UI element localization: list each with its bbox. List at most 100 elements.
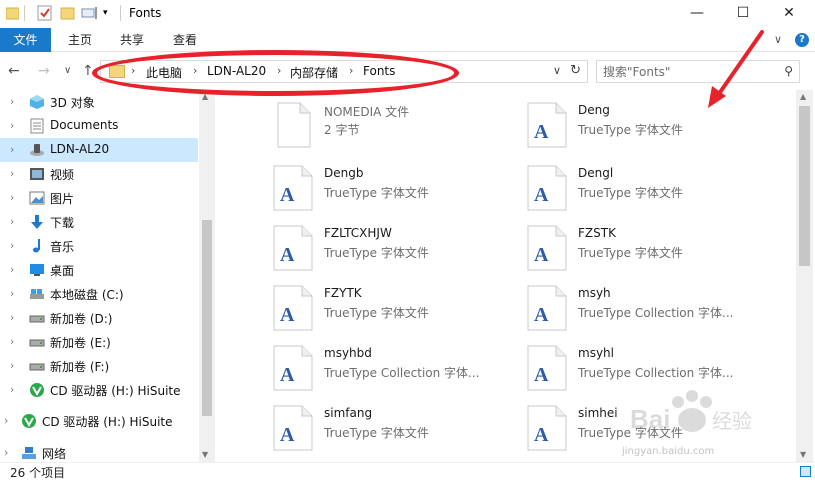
sidebar-item-label: 桌面 [50,264,75,278]
file-tile[interactable]: Amsyhbd TrueType Collection 字体... [270,345,520,401]
sidebar-item[interactable]: › LDN-AL20 [0,138,198,162]
file-name: Deng [578,103,610,117]
chevron-right-icon[interactable]: › [10,215,14,228]
sidebar-item[interactable]: › 图片 [0,186,198,210]
scroll-down-icon[interactable]: ▼ [800,450,806,459]
file-tile[interactable]: A Deng TrueType 字体文件 [524,102,774,158]
recent-locations-button[interactable]: ∨ [64,65,71,76]
tab-file[interactable]: 文件 [0,28,51,52]
new-folder-icon[interactable] [60,5,75,21]
cube-3d-icon [29,94,45,110]
close-button[interactable]: ✕ [766,0,812,26]
file-name: msyh [578,286,611,300]
font-file-icon: A [524,345,568,391]
sidebar-item-label: 视频 [50,168,75,182]
minimize-button[interactable]: — [674,0,720,26]
chevron-right-icon[interactable]: › [10,263,14,276]
tab-share[interactable]: 共享 [110,28,154,52]
chevron-right-icon[interactable]: › [10,311,14,324]
svg-text:A: A [280,184,295,206]
sidebar-item[interactable]: › 桌面 [0,258,198,282]
file-tile[interactable]: A FZLTCXHJW TrueType 字体文件 [270,225,520,281]
tab-home[interactable]: 主页 [58,28,102,52]
chevron-right-icon[interactable]: › [10,119,14,132]
sidebar-item[interactable]: › 新加卷 (D:) [0,306,198,330]
forward-button[interactable]: → [38,63,50,79]
sidebar-item-label: 音乐 [50,240,75,254]
divider [24,5,25,21]
scroll-down-icon[interactable]: ▼ [202,450,208,459]
divider [120,5,121,21]
large-icons-view-icon[interactable] [800,466,811,477]
chevron-right-icon[interactable]: › [10,143,14,156]
chevron-right-icon[interactable]: › [10,335,14,348]
sidebar-item[interactable]: › 新加卷 (F:) [0,354,198,378]
sidebar-item[interactable]: › Documents [0,114,198,138]
sidebar-item[interactable]: › CD 驱动器 (H:) HiSuite [0,409,198,433]
sidebar-item[interactable]: › 新加卷 (E:) [0,330,198,354]
blank-file-icon [270,102,314,148]
font-file-icon: A [270,345,314,391]
file-type: TrueType Collection 字体... [324,366,480,380]
file-list-scrollbar[interactable]: ▲ ▼ [796,90,813,462]
scrollbar-thumb[interactable] [202,220,212,416]
chevron-right-icon[interactable]: › [10,95,14,108]
help-icon[interactable]: ? [795,33,809,47]
file-tile[interactable]: A FZYTK TrueType 字体文件 [270,285,520,341]
svg-text:A: A [280,424,295,446]
sidebar-item[interactable]: › 本地磁盘 (C:) [0,282,198,306]
properties-icon[interactable] [37,5,53,21]
customize-toolbar-icon[interactable]: ▾ [103,8,113,24]
file-type: TrueType 字体文件 [578,186,683,200]
file-name: msyhbd [324,346,372,360]
chevron-right-icon[interactable]: › [10,167,14,180]
file-tile[interactable]: A Dengb TrueType 字体文件 [270,165,520,221]
sidebar-item-label: 网络 [42,447,67,461]
chevron-right-icon[interactable]: › [4,446,8,459]
desktop-icon [29,262,45,278]
navigation-pane-scrollbar[interactable]: ▲ ▼ [199,90,215,462]
navigation-pane: › 3D 对象 › Documents › LDN-AL20 › 视频 › 图片 › 下载 › 音乐 › 桌面… [0,90,198,462]
video-folder-icon [29,166,45,182]
chevron-right-icon[interactable]: › [10,287,14,300]
chevron-right-icon[interactable]: › [10,239,14,252]
back-button[interactable]: ← [8,63,20,79]
file-type: 2 字节 [324,123,360,137]
expand-ribbon-icon[interactable]: ∨ [774,33,782,46]
file-type: TrueType 字体文件 [324,246,429,260]
chevron-right-icon[interactable]: › [10,383,14,396]
file-tile[interactable]: A FZSTK TrueType 字体文件 [524,225,774,281]
svg-text:A: A [534,121,549,143]
scroll-up-icon[interactable]: ▲ [800,92,806,101]
document-folder-icon [29,118,45,134]
folder-icon [5,5,20,21]
sidebar-item[interactable]: › 下载 [0,210,198,234]
sidebar-item[interactable]: › 视频 [0,162,198,186]
file-tile[interactable]: A Dengl TrueType 字体文件 [524,165,774,221]
file-name: Dengb [324,166,364,180]
chevron-right-icon[interactable]: › [10,191,14,204]
chevron-right-icon[interactable]: › [10,359,14,372]
drive-icon [29,358,45,374]
drive-icon [29,310,45,326]
refresh-icon[interactable]: ↻ [570,63,581,78]
file-tile[interactable]: Asimfang TrueType 字体文件 [270,405,520,461]
sidebar-item[interactable]: › CD 驱动器 (H:) HiSuite [0,378,198,402]
sidebar-item-label: CD 驱动器 (H:) HiSuite [50,384,181,398]
file-tile[interactable]: NOMEDIA 文件 2 字节 [270,102,520,158]
sidebar-item[interactable]: › 3D 对象 [0,90,198,114]
svg-text:Bai: Bai [630,404,670,434]
rename-icon[interactable] [81,5,99,21]
maximize-button[interactable]: ☐ [720,0,766,26]
scrollbar-thumb[interactable] [799,106,810,266]
chevron-right-icon[interactable]: › [4,414,8,427]
phone-device-icon [29,142,45,158]
music-note-icon [29,238,45,254]
tab-view[interactable]: 查看 [163,28,207,52]
file-name: FZSTK [578,226,616,240]
search-icon[interactable]: ⚲ [784,64,793,78]
annotation-oval [92,50,459,96]
address-dropdown-icon[interactable]: ∨ [553,64,561,77]
sidebar-item[interactable]: › 音乐 [0,234,198,258]
file-tile[interactable]: Amsyh TrueType Collection 字体... [524,285,774,341]
